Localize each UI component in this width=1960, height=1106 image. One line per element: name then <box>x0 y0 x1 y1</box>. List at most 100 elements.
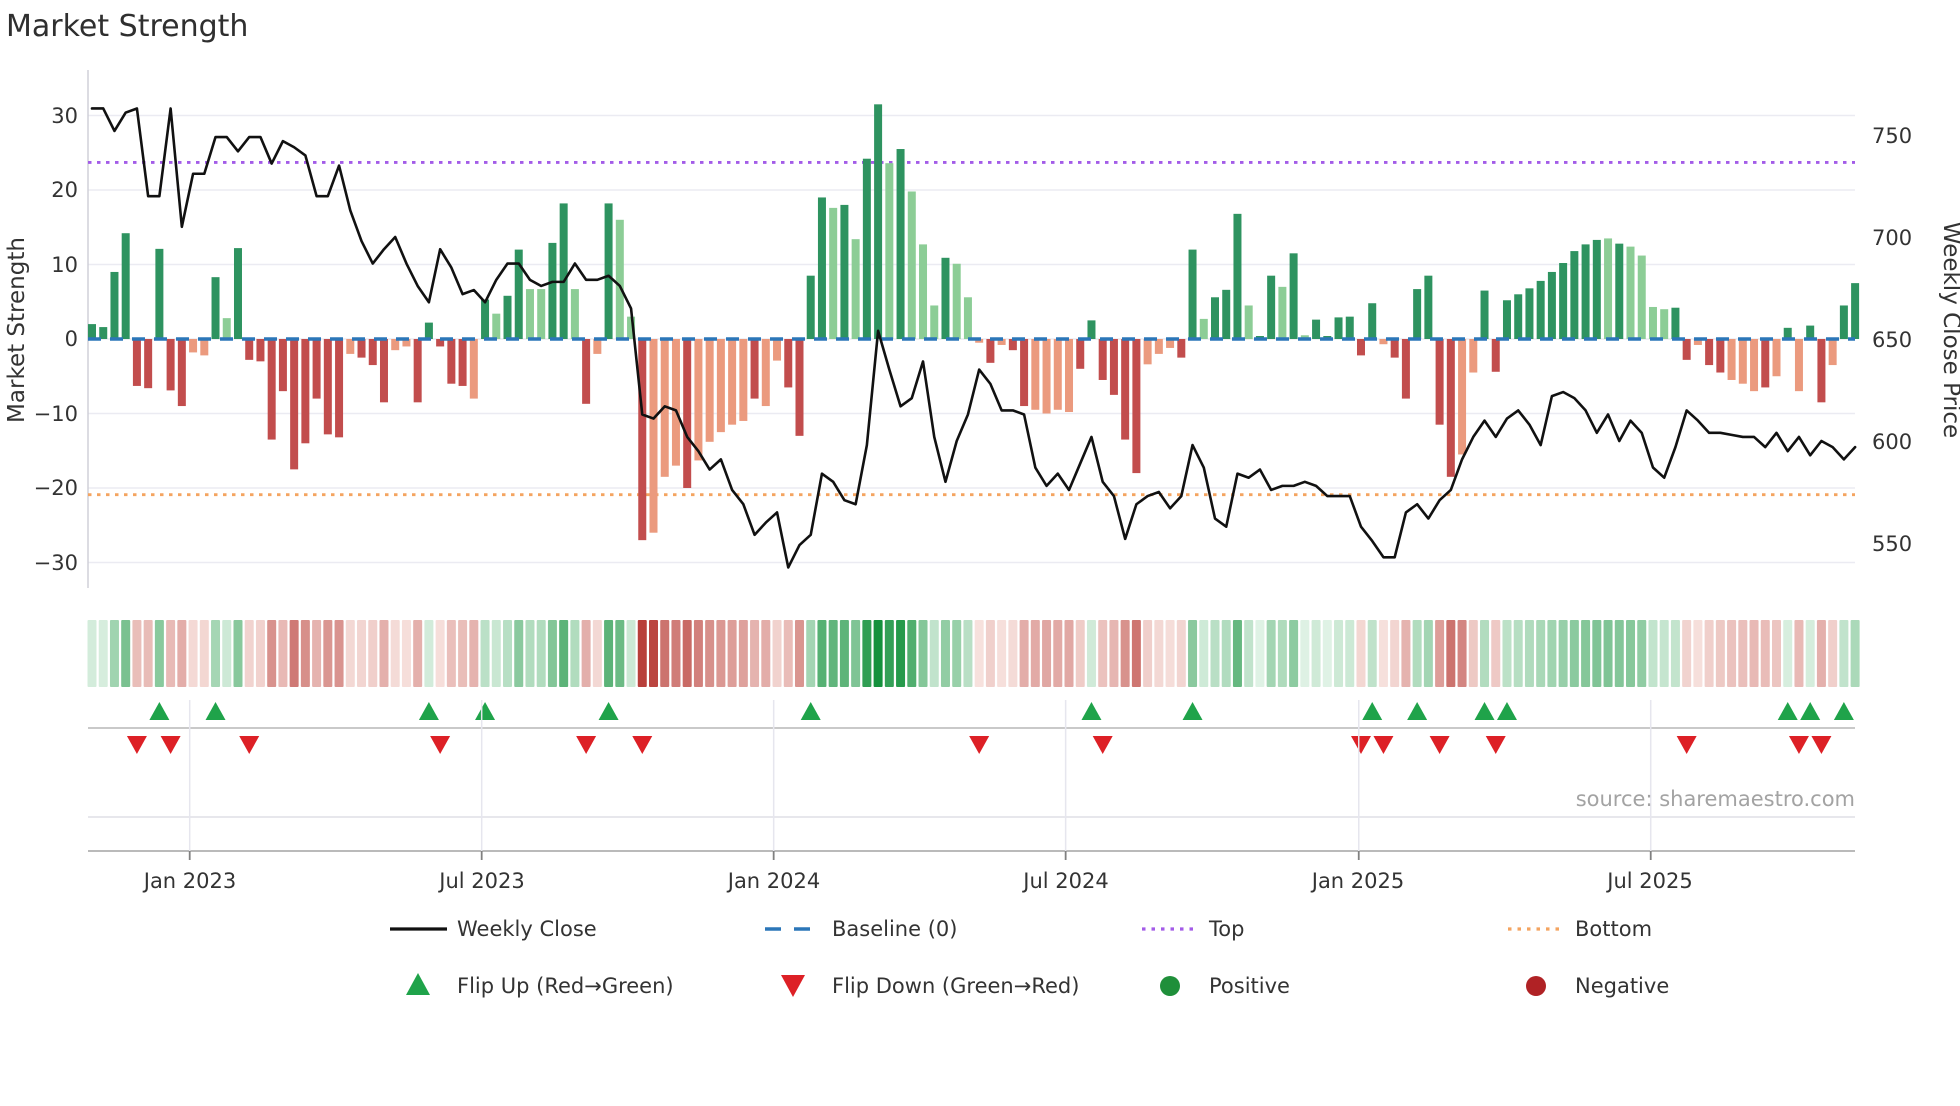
heatmap-cell <box>1468 620 1478 687</box>
flip-down-marker <box>239 736 260 754</box>
flip-down-marker <box>576 736 597 754</box>
strength-bar <box>166 339 175 391</box>
strength-bar <box>1065 339 1074 413</box>
strength-bar <box>1727 339 1736 380</box>
x-tick-jan2023: Jan 2023 <box>142 869 237 893</box>
strength-bar <box>233 248 242 339</box>
strength-bar <box>930 305 939 339</box>
strength-bar <box>593 339 602 354</box>
heatmap-cell <box>1199 620 1209 687</box>
flip-up-marker <box>1182 702 1203 720</box>
heatmap-cell <box>469 620 479 687</box>
heatmap-cell <box>604 620 614 687</box>
strength-bar <box>1536 280 1545 339</box>
heatmap-cell <box>1828 620 1838 687</box>
heatmap-cell <box>1816 620 1826 687</box>
strength-bar <box>1637 255 1646 339</box>
left-axis-title: Market Strength <box>4 237 30 423</box>
strength-bar <box>728 339 737 425</box>
strength-bar <box>952 263 961 339</box>
heatmap-cell <box>1120 620 1130 687</box>
heatmap-cell <box>738 620 748 687</box>
strength-bar <box>1424 275 1433 339</box>
strength-bar <box>582 339 591 404</box>
strength-bar <box>1806 325 1815 339</box>
heatmap-cell <box>154 620 164 687</box>
flip-down-marker <box>1676 736 1697 754</box>
heatmap-cell <box>940 620 950 687</box>
strength-bar <box>1042 339 1051 414</box>
heatmap-cell <box>379 620 389 687</box>
heatmap-cell <box>300 620 310 687</box>
heatmap-cell <box>334 620 344 687</box>
heatmap-cell <box>199 620 209 687</box>
strength-bar <box>739 339 748 421</box>
strength-bar <box>267 339 276 440</box>
heatmap-cell <box>1300 620 1310 687</box>
strength-bar <box>1604 238 1613 339</box>
strength-bar <box>312 339 321 399</box>
heatmap-cell <box>929 620 939 687</box>
heatmap-cell <box>547 620 557 687</box>
strength-bar <box>525 289 534 339</box>
heatmap-cell <box>267 620 277 687</box>
negative-dot-icon <box>1526 976 1546 996</box>
right-tick-750: 750 <box>1872 124 1912 148</box>
heatmap-cell <box>401 620 411 687</box>
heatmap-cell <box>873 620 883 687</box>
strength-bar <box>155 248 164 339</box>
heatmap-cell <box>1131 620 1141 687</box>
strength-bar <box>256 339 265 362</box>
heatmap-cell <box>896 620 906 687</box>
flip-down-marker <box>160 736 181 754</box>
heatmap-cell <box>1536 620 1546 687</box>
strength-bar <box>773 339 782 361</box>
strength-bar <box>963 297 972 339</box>
heatmap-cell <box>1682 620 1692 687</box>
strength-bar <box>1154 339 1163 354</box>
strength-bar <box>862 158 871 339</box>
heatmap-cell <box>1659 620 1669 687</box>
heatmap-cell <box>817 620 827 687</box>
strength-bar <box>1087 320 1096 339</box>
heatmap-cell <box>1378 620 1388 687</box>
flip-down-marker <box>1092 736 1113 754</box>
strength-bar <box>885 163 894 339</box>
heatmap-cell <box>1277 620 1287 687</box>
strength-bar <box>1267 275 1276 339</box>
strength-bar <box>716 339 725 433</box>
strength-bar <box>1581 244 1590 339</box>
flip-up-marker <box>418 702 439 720</box>
strength-bar <box>1121 339 1130 440</box>
legend-baseline: Baseline (0) <box>832 917 957 941</box>
strength-bar <box>447 339 456 384</box>
heatmap-cell <box>783 620 793 687</box>
heatmap-cell <box>671 620 681 687</box>
heatmap-cell <box>1334 620 1344 687</box>
strength-bar <box>301 339 310 444</box>
strength-bar <box>1502 300 1511 339</box>
strength-bar <box>346 339 355 354</box>
heatmap-cell <box>727 620 737 687</box>
strength-bar <box>1368 303 1377 339</box>
strength-bar <box>368 339 377 366</box>
strength-bar <box>1738 339 1747 384</box>
heatmap-cell <box>1547 620 1557 687</box>
strength-bar <box>750 339 759 399</box>
legend-bottom: Bottom <box>1575 917 1652 941</box>
heatmap-cell <box>828 620 838 687</box>
strength-bar <box>245 339 254 360</box>
strength-bar <box>492 313 501 339</box>
strength-bar <box>335 339 344 438</box>
heatmap-cell <box>963 620 973 687</box>
heatmap-cell <box>1086 620 1096 687</box>
strength-bar <box>290 339 299 470</box>
strength-bar <box>1480 290 1489 339</box>
strength-bar <box>1244 305 1253 339</box>
heatmap-cell <box>166 620 176 687</box>
heatmap-cell <box>1670 620 1680 687</box>
heatmap-cell <box>761 620 771 687</box>
strength-bar <box>1278 286 1287 339</box>
heatmap-cell <box>413 620 423 687</box>
strength-bar <box>1177 339 1186 358</box>
